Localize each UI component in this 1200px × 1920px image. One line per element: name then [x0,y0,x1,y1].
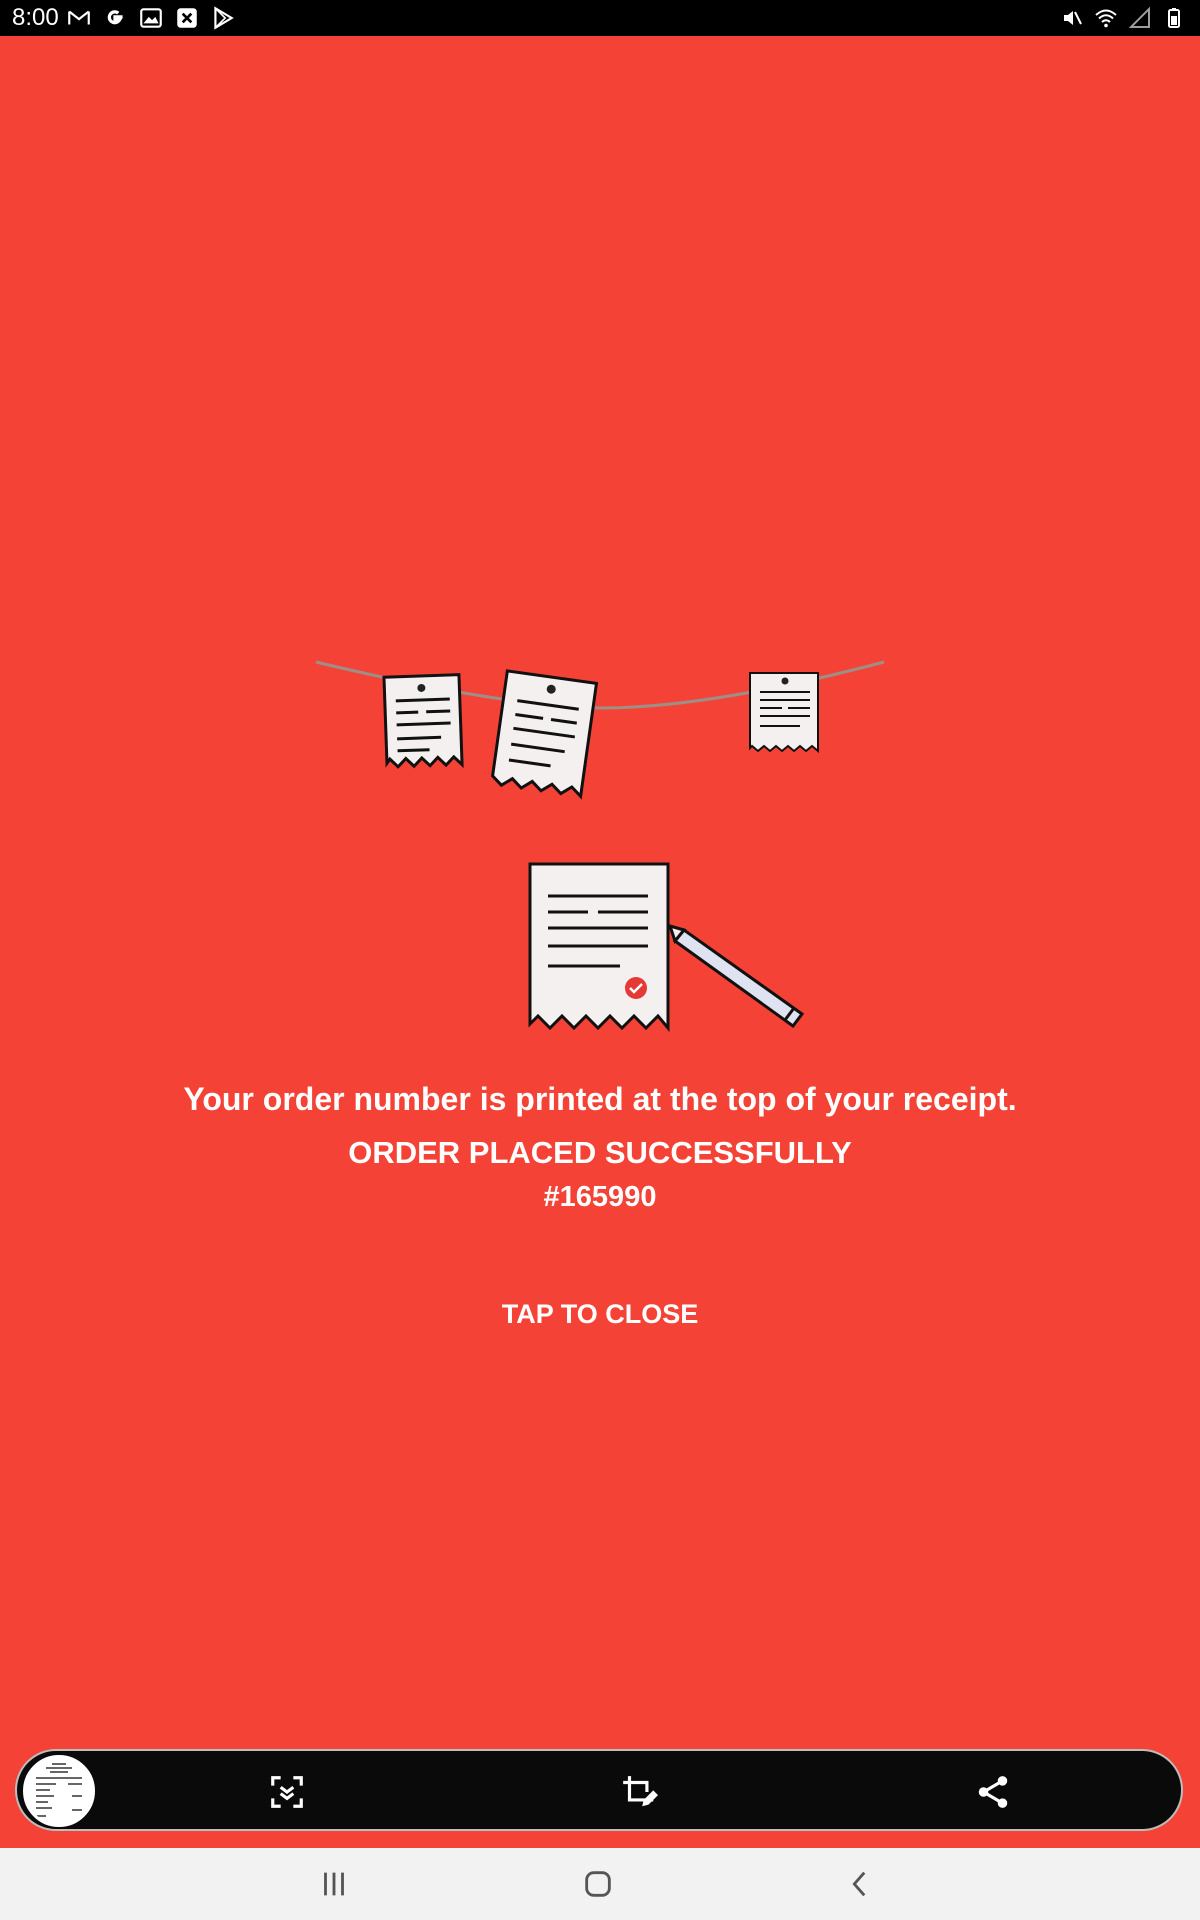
scroll-capture-icon [271,1776,303,1808]
crop-edit-icon [623,1776,658,1807]
screenshot-toolbar [15,1749,1183,1831]
screenshot-thumbnail[interactable] [23,1755,95,1827]
back-button[interactable] [830,1860,890,1908]
order-number: #165990 [543,1181,657,1213]
share-icon [978,1776,1008,1808]
play-store-icon [214,6,234,30]
status-time: 8:00 [12,4,59,31]
close-box-icon [177,8,197,28]
hanging-receipt-icon [749,672,819,754]
gmail-icon [68,10,90,25]
hanging-receipt-icon [382,673,464,769]
navigation-bar [0,1848,1200,1920]
crop-edit-button[interactable] [613,1766,665,1818]
battery-icon [1168,8,1180,28]
wifi-icon [1095,9,1117,28]
order-confirmation-screen[interactable]: Your order number is printed at the top … [0,36,1200,1848]
home-button[interactable] [568,1860,628,1908]
share-button[interactable] [967,1766,1019,1818]
gallery-icon [140,8,162,28]
recent-apps-button[interactable] [304,1860,364,1908]
scroll-capture-button[interactable] [261,1766,313,1818]
receipt-icon [528,862,670,1033]
pen-icon [667,923,805,1029]
order-status-text: ORDER PLACED SUCCESSFULLY [348,1135,852,1170]
order-info-text: Your order number is printed at the top … [183,1081,1017,1117]
status-bar: 8:00 [0,0,1200,36]
receipt-thumbnail-icon [26,1758,92,1824]
recent-apps-icon [324,1872,344,1896]
hanging-receipt-icon [491,669,599,800]
tap-to-close-button[interactable]: TAP TO CLOSE [480,1290,720,1338]
mute-icon [1064,11,1082,25]
back-icon [852,1871,866,1897]
google-icon [107,10,123,25]
home-icon [585,1871,611,1897]
signal-icon [1128,6,1150,28]
receipts-illustration [315,660,885,1033]
